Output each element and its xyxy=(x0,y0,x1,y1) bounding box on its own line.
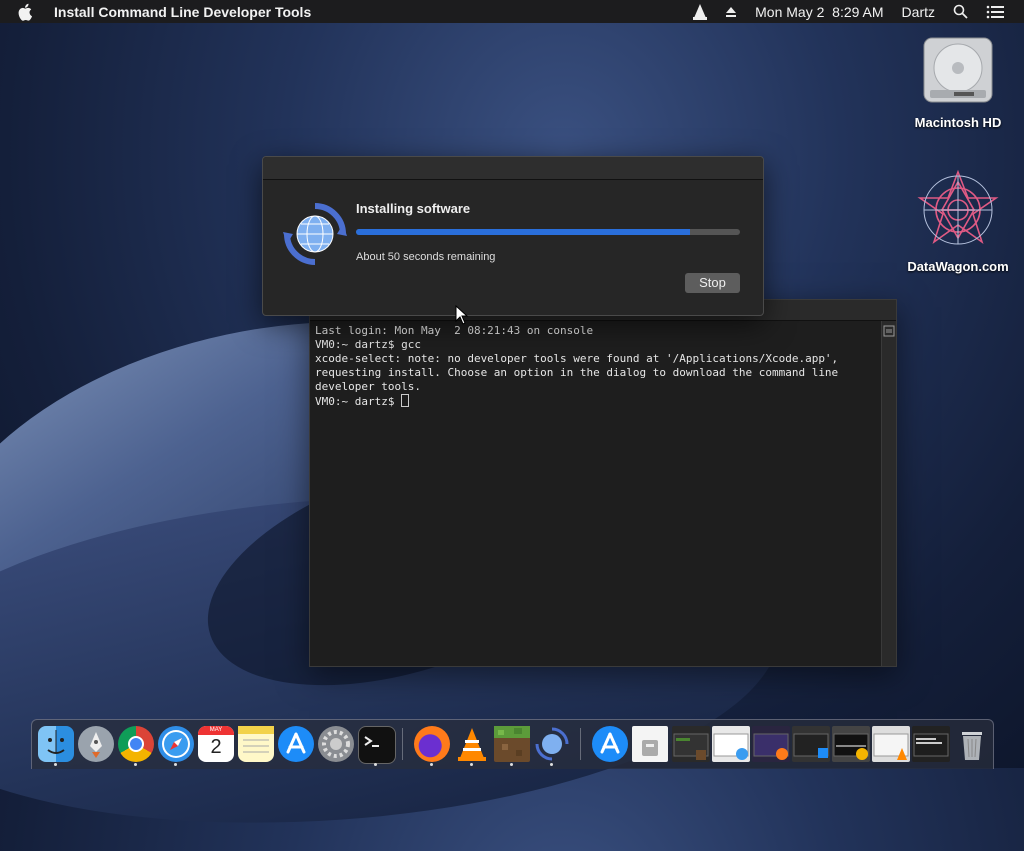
window-thumbnail-icon[interactable] xyxy=(912,726,950,762)
progress-fill xyxy=(356,229,691,235)
terminal-scrollbar[interactable] xyxy=(881,321,896,666)
window-thumbnail-icon[interactable] xyxy=(752,726,790,762)
hard-drive-icon xyxy=(920,37,996,111)
apple-icon[interactable] xyxy=(18,3,38,21)
terminal-prompt-line: VM0:~ dartz$ xyxy=(315,394,878,409)
minecraft-icon[interactable] xyxy=(494,726,530,762)
calendar-month: MAY xyxy=(198,726,234,735)
installer-heading: Installing software xyxy=(356,201,471,216)
safari-icon[interactable] xyxy=(158,726,194,762)
menu-bar: Install Command Line Developer Tools Mon… xyxy=(0,0,1024,23)
terminal-line: VM0:~ dartz$ gcc xyxy=(315,338,421,351)
window-thumbnail-icon[interactable] xyxy=(872,726,910,762)
eject-icon[interactable] xyxy=(725,6,737,18)
window-thumbnail-icon[interactable] xyxy=(712,726,750,762)
terminal-line: developer tools. xyxy=(315,380,421,393)
calendar-icon[interactable]: MAY 2 xyxy=(198,726,234,762)
dock-separator xyxy=(580,728,581,760)
installer-icon xyxy=(283,202,347,271)
progress-bar xyxy=(356,229,740,235)
running-indicator xyxy=(510,763,513,766)
system-preferences-icon[interactable] xyxy=(318,726,354,762)
desktop-item-macintosh-hd[interactable]: Macintosh HD xyxy=(903,32,1013,130)
documents-icon[interactable] xyxy=(632,726,668,762)
terminal-window[interactable]: Last login: Mon May 2 08:21:43 on consol… xyxy=(309,299,897,667)
terminal-cursor xyxy=(401,394,410,407)
desktop-item-label: DataWagon.com xyxy=(907,259,1009,274)
applications-folder-icon[interactable] xyxy=(592,726,628,762)
running-indicator xyxy=(374,763,377,766)
window-thumbnail-icon[interactable] xyxy=(672,726,710,762)
datawagon-icon xyxy=(916,169,1000,255)
clock[interactable]: Mon May 2 8:29 AM xyxy=(755,4,883,20)
user-name[interactable]: Dartz xyxy=(902,4,935,20)
running-indicator xyxy=(54,763,57,766)
trash-icon[interactable] xyxy=(954,726,990,762)
stop-button[interactable]: Stop xyxy=(685,273,740,293)
running-indicator xyxy=(550,763,553,766)
desktop-item-label: Macintosh HD xyxy=(914,115,1002,130)
launchpad-icon[interactable] xyxy=(78,726,114,762)
running-indicator xyxy=(174,763,177,766)
window-thumbnail-icon[interactable] xyxy=(792,726,830,762)
dock: MAY 2 xyxy=(31,719,994,769)
chrome-icon[interactable] xyxy=(118,726,154,762)
running-indicator xyxy=(134,763,137,766)
notes-icon[interactable] xyxy=(238,726,274,762)
running-indicator xyxy=(430,763,433,766)
installer-app-icon[interactable] xyxy=(534,726,570,762)
terminal-output[interactable]: Last login: Mon May 2 08:21:43 on consol… xyxy=(315,324,878,409)
time-remaining: About 50 seconds remaining xyxy=(356,251,496,263)
vlc-app-icon[interactable] xyxy=(454,726,490,762)
installer-titlebar[interactable] xyxy=(263,157,763,180)
installer-dialog: Installing software About 50 seconds rem… xyxy=(262,156,764,316)
calendar-day: 2 xyxy=(210,736,222,758)
window-thumbnail-icon[interactable] xyxy=(832,726,870,762)
finder-icon[interactable] xyxy=(38,726,74,762)
terminal-line: requesting install. Choose an option in … xyxy=(315,366,839,379)
terminal-line: Last login: Mon May 2 08:21:43 on consol… xyxy=(315,324,594,337)
terminal-line: xcode-select: note: no developer tools w… xyxy=(315,352,839,365)
terminal-icon[interactable] xyxy=(358,726,396,764)
terminal-prompt: VM0:~ dartz$ xyxy=(315,395,402,408)
app-store-icon[interactable] xyxy=(278,726,314,762)
desktop-item-datawagon[interactable]: DataWagon.com xyxy=(903,168,1013,274)
vlc-icon[interactable] xyxy=(693,3,708,20)
search-icon[interactable] xyxy=(953,4,968,19)
list-icon[interactable] xyxy=(986,5,1004,19)
firefox-icon[interactable] xyxy=(414,726,450,762)
mouse-pointer-icon xyxy=(455,304,469,330)
dock-separator xyxy=(402,728,403,760)
app-title[interactable]: Install Command Line Developer Tools xyxy=(54,4,311,20)
running-indicator xyxy=(470,763,473,766)
